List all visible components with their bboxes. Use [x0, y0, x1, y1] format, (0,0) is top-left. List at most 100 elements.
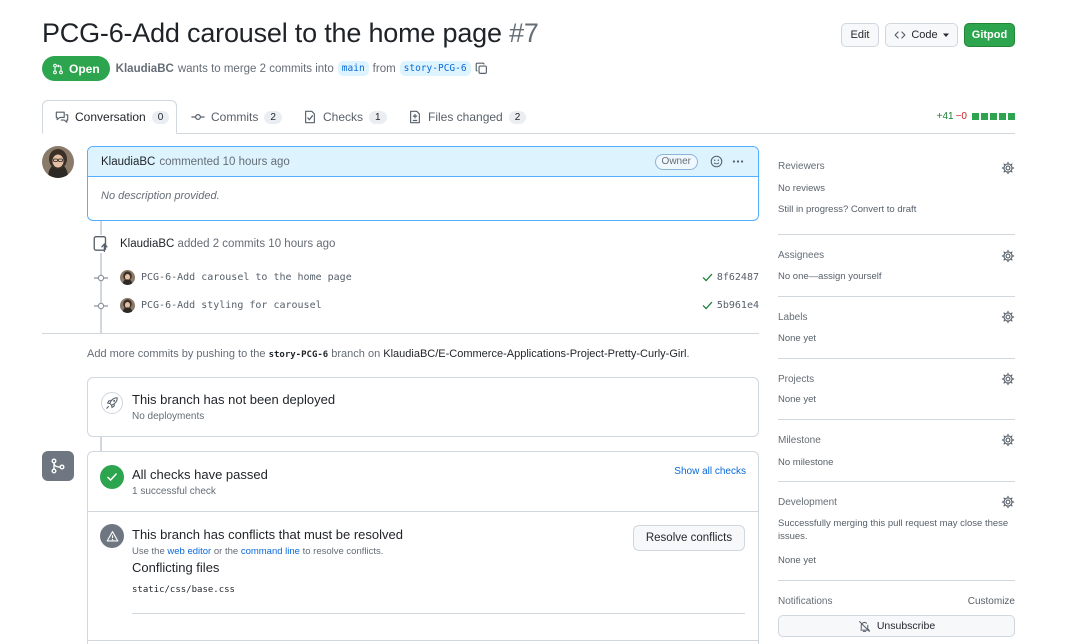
gear-icon[interactable]	[1001, 495, 1015, 509]
commit-row: PCG-6-Add styling for carousel 5b961e4	[94, 298, 759, 313]
tab-files-changed[interactable]: Files changed 2	[396, 100, 538, 134]
caret-down-icon	[942, 31, 950, 39]
code-button-label: Code	[911, 29, 938, 41]
comment-author[interactable]: KlaudiaBC	[101, 156, 155, 168]
gear-icon[interactable]	[1001, 433, 1015, 447]
web-editor-link[interactable]: web editor	[167, 546, 211, 557]
tab-checks[interactable]: Checks 1	[291, 100, 399, 134]
unsubscribe-button[interactable]: Unsubscribe	[778, 615, 1015, 637]
sidebar-title[interactable]: Milestone	[778, 435, 821, 446]
from-text: from	[372, 62, 396, 75]
tab-files-label: Files changed	[428, 110, 503, 124]
hint-middle: branch on	[331, 348, 381, 360]
conflict-subtitle: Use the web editor or the command line t…	[132, 546, 383, 557]
diffstat: +41 −0	[937, 111, 1015, 122]
sidebar-title[interactable]: Development	[778, 497, 837, 508]
sidebar-title[interactable]: Reviewers	[778, 161, 825, 172]
push-hint: Add more commits by pushing to the story…	[87, 348, 690, 360]
customize-link[interactable]: Customize	[968, 596, 1015, 607]
checks-section: All checks have passed 1 successful chec…	[88, 452, 758, 512]
sidebar-title[interactable]: Assignees	[778, 250, 824, 261]
assign-yourself-link[interactable]: No one—assign yourself	[778, 270, 882, 283]
hint-prefix: Add more commits by pushing to the	[87, 348, 266, 360]
timeline-divider	[42, 333, 759, 334]
convert-to-draft-link[interactable]: Still in progress? Convert to draft	[778, 203, 916, 216]
event-author[interactable]: KlaudiaBC	[120, 238, 174, 250]
resolve-conflicts-button[interactable]: Resolve conflicts	[633, 525, 745, 551]
commit-message[interactable]: PCG-6-Add carousel to the home page	[141, 272, 352, 283]
sidebar-assignees: Assignees No one—assign yourself	[778, 235, 1015, 297]
base-branch[interactable]: main	[337, 61, 369, 76]
checks-subtitle: 1 successful check	[132, 486, 216, 497]
pr-author-link[interactable]: KlaudiaBC	[116, 63, 174, 75]
tab-commits-count: 2	[264, 110, 282, 124]
tab-commits[interactable]: Commits 2	[179, 100, 294, 134]
sidebar-title[interactable]: Labels	[778, 312, 807, 323]
copy-icon[interactable]	[475, 62, 488, 75]
alert-icon	[100, 524, 124, 548]
sidebar-title[interactable]: Projects	[778, 374, 814, 385]
conflicting-file: static/css/base.css	[132, 585, 235, 595]
hint-branch: story-PCG-6	[268, 350, 329, 360]
hint-repo-link[interactable]: KlaudiaBC/E-Commerce-Applications-Projec…	[383, 348, 686, 360]
checks-title: All checks have passed	[132, 467, 268, 482]
diffstat-block	[1008, 113, 1015, 120]
gear-icon[interactable]	[1001, 161, 1015, 175]
gear-icon[interactable]	[1001, 372, 1015, 386]
commit-sha[interactable]: 8f62487	[702, 272, 759, 283]
pr-title: PCG-6-Add carousel to the home page #7	[42, 18, 539, 49]
pr-meta: KlaudiaBC wants to merge 2 commits into …	[116, 61, 488, 76]
commit-message[interactable]: PCG-6-Add styling for carousel	[141, 300, 322, 311]
edit-button[interactable]: Edit	[841, 23, 879, 47]
tab-conversation[interactable]: Conversation 0	[42, 100, 177, 134]
diffstat-deletions: −0	[955, 111, 967, 122]
state-label: Open	[69, 61, 100, 76]
commit-sha-text: 8f62487	[716, 272, 759, 283]
conflict-title: This branch has conflicts that must be r…	[132, 527, 403, 542]
commits-event: KlaudiaBC added 2 commits 10 hours ago	[92, 235, 335, 253]
conflict-sub-text: or the	[213, 546, 239, 557]
head-branch[interactable]: story-PCG-6	[399, 61, 471, 76]
bell-slash-icon	[858, 620, 871, 633]
gear-icon[interactable]	[1001, 249, 1015, 263]
diffstat-block	[981, 113, 988, 120]
diffstat-block	[990, 113, 997, 120]
sidebar-development: Development Successfully merging this pu…	[778, 482, 1015, 581]
header-actions: Edit Code Gitpod	[841, 23, 1015, 47]
gitpod-button[interactable]: Gitpod	[964, 23, 1015, 47]
smiley-icon[interactable]	[710, 155, 723, 168]
check-icon	[702, 272, 713, 283]
merge-icon	[42, 451, 74, 481]
commit-icon	[94, 271, 108, 285]
sidebar-title: Notifications	[778, 596, 833, 607]
hint-suffix: .	[686, 348, 690, 360]
avatar[interactable]	[120, 270, 135, 285]
deploy-title: This branch has not been deployed	[132, 392, 336, 407]
kebab-icon[interactable]	[731, 155, 745, 168]
commit-icon	[191, 110, 205, 124]
repo-push-icon	[92, 235, 110, 253]
merge-box: All checks have passed 1 successful chec…	[87, 451, 759, 644]
sidebar-value: No milestone	[778, 457, 834, 468]
comment-time[interactable]: commented 10 hours ago	[159, 156, 289, 168]
command-line-link[interactable]: command line	[241, 546, 300, 557]
gear-icon[interactable]	[1001, 310, 1015, 324]
commit-row: PCG-6-Add carousel to the home page 8f62…	[94, 270, 759, 285]
tab-files-count: 2	[508, 110, 527, 124]
code-button[interactable]: Code	[885, 23, 958, 47]
checks-icon	[303, 110, 317, 124]
diffstat-additions: +41	[936, 111, 954, 122]
diffstat-block	[999, 113, 1006, 120]
timeline-line	[100, 437, 102, 451]
pr-tabs: Conversation 0 Commits 2 Checks 1 Files …	[42, 100, 1015, 134]
check-circle-icon	[100, 465, 124, 489]
commit-sha-text: 5b961e4	[716, 300, 759, 311]
sidebar-milestone: Milestone No milestone	[778, 420, 1015, 482]
sidebar-value: No reviews	[778, 183, 825, 194]
comment-body: No description provided.	[101, 190, 220, 202]
pull-request-icon	[52, 63, 64, 75]
avatar[interactable]	[42, 146, 74, 178]
commit-sha[interactable]: 5b961e4	[702, 300, 759, 311]
show-all-checks-link[interactable]: Show all checks	[674, 466, 746, 477]
avatar[interactable]	[120, 298, 135, 313]
